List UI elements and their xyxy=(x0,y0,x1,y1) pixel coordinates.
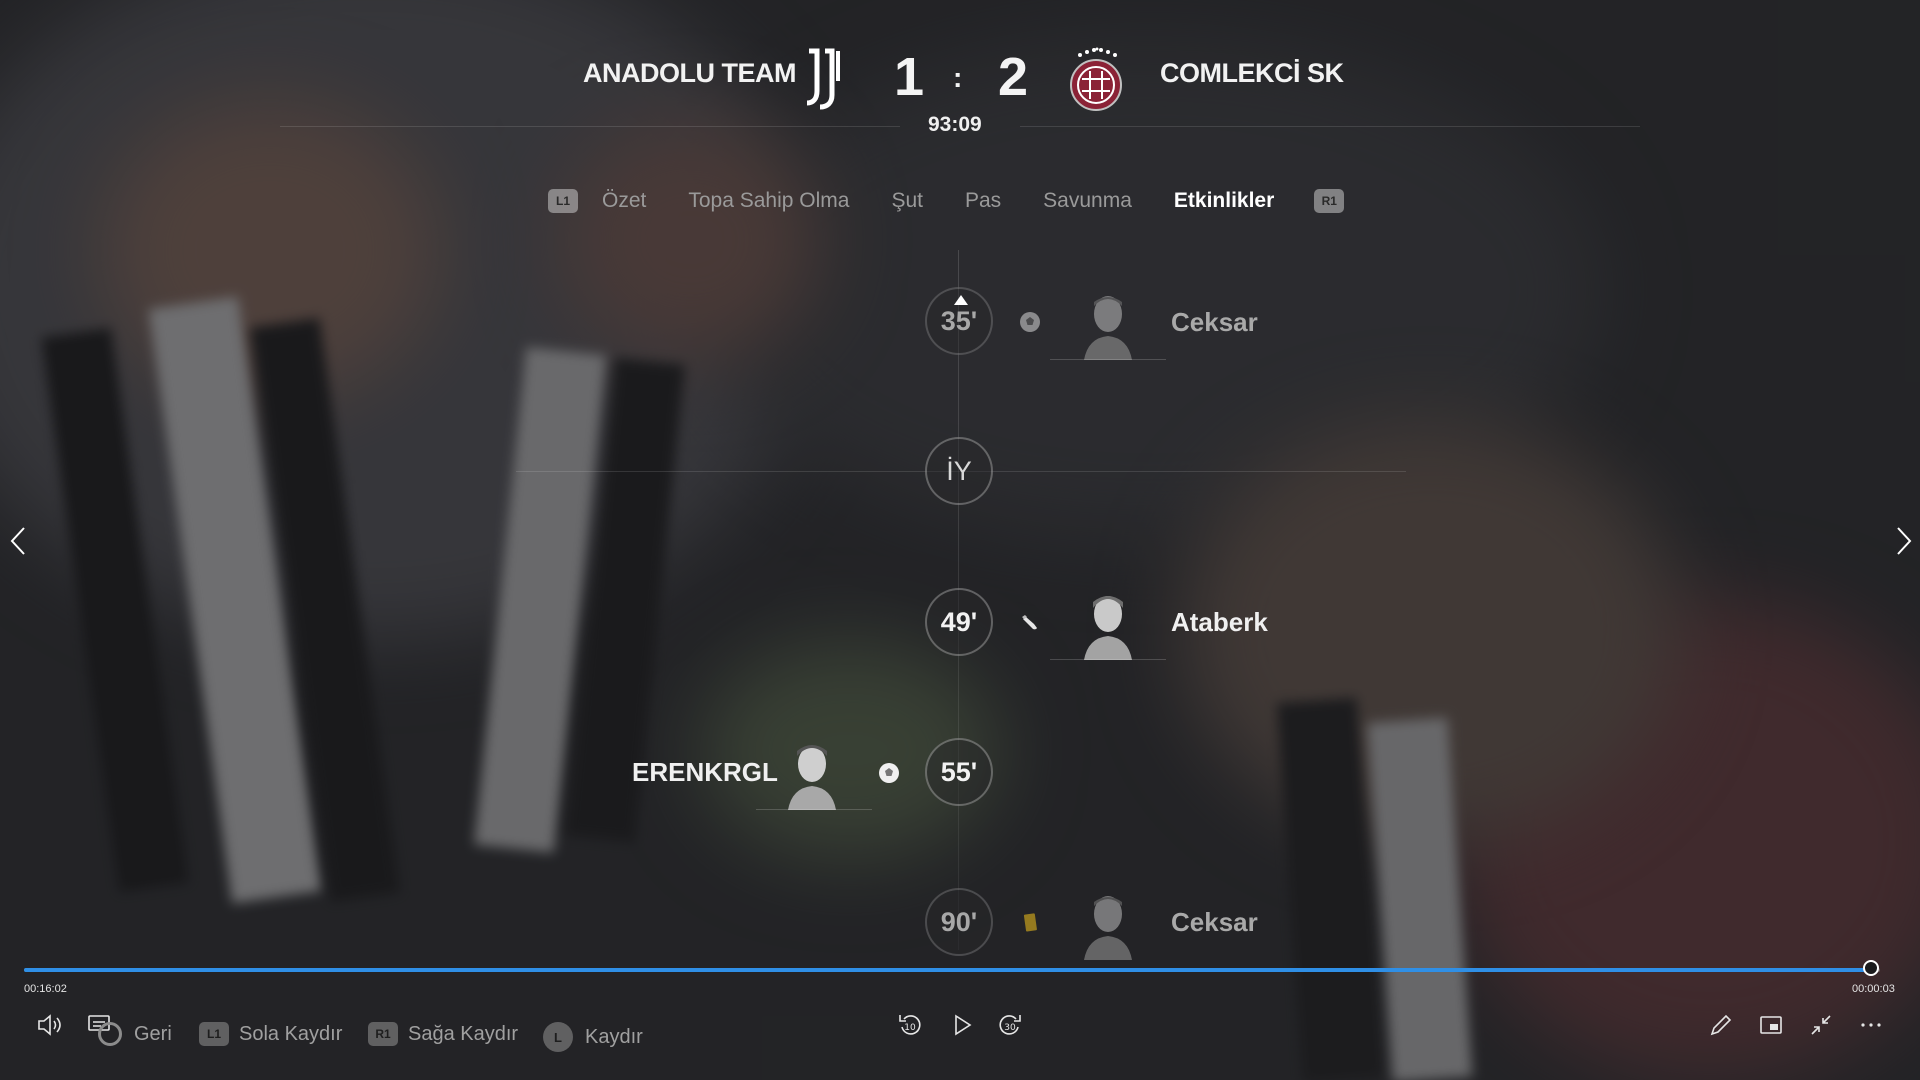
halftime-label: İY xyxy=(946,455,972,486)
tab-savunma[interactable]: Savunma xyxy=(1043,189,1132,213)
exit-fullscreen-icon[interactable] xyxy=(1808,1012,1834,1038)
hint-scroll-right[interactable]: R1 Sağa Kaydır xyxy=(368,1022,518,1046)
forward-seconds-label: 30 xyxy=(1004,1023,1016,1033)
player-avatar-icon xyxy=(1084,596,1132,660)
scoreboard: ANADOLU TEAM 1 : 2 93:09 COMLEKCİ SK xyxy=(0,0,1920,140)
tab-pas[interactable]: Pas xyxy=(965,189,1001,213)
hint-label: Geri xyxy=(134,1022,172,1045)
avatar-underline xyxy=(1050,659,1166,660)
progress-thumb[interactable] xyxy=(1862,960,1879,976)
event-minute-badge: 90' xyxy=(925,888,993,956)
away-score: 2 xyxy=(998,47,1029,107)
tab-topa-sahip-olma[interactable]: Topa Sahip Olma xyxy=(688,189,849,213)
r1-button-icon[interactable]: R1 xyxy=(1314,189,1345,213)
stats-tabs: L1 Özet Topa Sahip Olma Şut Pas Savunma … xyxy=(548,183,1345,219)
avatar-underline xyxy=(1050,359,1166,360)
forward-30-icon[interactable]: 30 xyxy=(996,1011,1024,1039)
player-avatar-icon xyxy=(1084,896,1132,960)
assist-boot-icon xyxy=(1022,615,1037,630)
player-avatar-icon xyxy=(1084,296,1132,360)
hint-back[interactable]: Geri xyxy=(98,1022,172,1046)
yellow-card-icon xyxy=(1023,913,1037,932)
event-minute-badge: 35' xyxy=(925,287,993,355)
avatar-underline xyxy=(756,809,872,810)
event-minute-badge: 55' xyxy=(925,738,993,806)
ball-icon xyxy=(879,763,899,783)
event-minute: 55' xyxy=(940,756,978,787)
away-team-name: COMLEKCİ SK xyxy=(1160,58,1344,88)
l1-button-icon: L1 xyxy=(199,1022,229,1046)
r1-button-icon: R1 xyxy=(368,1022,398,1046)
hint-label: Kaydır xyxy=(585,1025,643,1048)
left-stick-icon: L xyxy=(543,1022,573,1052)
lanus-crest-icon xyxy=(1070,47,1122,111)
player-avatar-icon xyxy=(788,745,836,810)
l1-button-icon[interactable]: L1 xyxy=(548,189,578,213)
elapsed-time: 00:16:02 xyxy=(24,983,67,995)
video-progress-slider[interactable] xyxy=(24,960,1880,976)
header-divider-left xyxy=(280,126,900,127)
scroll-up-arrow-icon xyxy=(954,295,968,305)
event-player-name: Ceksar xyxy=(1171,907,1258,937)
event-player-name: ERENKRGL xyxy=(632,757,778,787)
tab-etkinlikler[interactable]: Etkinlikler xyxy=(1174,189,1274,213)
volume-icon[interactable] xyxy=(36,1012,64,1038)
score-separator: : xyxy=(953,62,963,93)
home-score: 1 xyxy=(894,47,925,107)
play-icon[interactable] xyxy=(950,1013,974,1037)
ball-icon xyxy=(1020,312,1040,332)
previous-arrow-icon[interactable] xyxy=(4,524,34,558)
progress-fill xyxy=(24,968,1871,972)
juventus-crest-icon xyxy=(806,48,840,110)
header-divider-right xyxy=(1020,126,1640,127)
event-minute: 49' xyxy=(940,606,978,637)
hint-label: Sağa Kaydır xyxy=(408,1022,519,1045)
event-player-name: Ceksar xyxy=(1171,307,1258,337)
match-clock: 93:09 xyxy=(928,113,982,136)
more-options-icon[interactable] xyxy=(1858,1012,1884,1038)
tab-sut[interactable]: Şut xyxy=(891,189,923,213)
event-minute-badge: 49' xyxy=(925,588,993,656)
tab-ozet[interactable]: Özet xyxy=(602,189,646,213)
rewind-10-icon[interactable]: 10 xyxy=(896,1011,924,1039)
event-minute: 35' xyxy=(940,305,978,336)
picture-in-picture-icon[interactable] xyxy=(1758,1012,1784,1038)
rewind-seconds-label: 10 xyxy=(904,1023,916,1033)
halftime-badge: İY xyxy=(925,437,993,505)
next-arrow-icon[interactable] xyxy=(1888,524,1918,558)
event-player-name: Ataberk xyxy=(1171,607,1268,637)
stick-label: L xyxy=(554,1029,562,1045)
pen-icon[interactable] xyxy=(1708,1012,1734,1038)
hint-scroll[interactable]: L Kaydır xyxy=(543,1022,643,1052)
hint-label: Sola Kaydır xyxy=(239,1022,343,1045)
hint-scroll-left[interactable]: L1 Sola Kaydır xyxy=(199,1022,342,1046)
circle-button-icon xyxy=(98,1022,122,1046)
event-minute: 90' xyxy=(940,906,978,937)
home-team-name: ANADOLU TEAM xyxy=(583,58,796,88)
remaining-time: 00:00:03 xyxy=(1852,983,1895,995)
